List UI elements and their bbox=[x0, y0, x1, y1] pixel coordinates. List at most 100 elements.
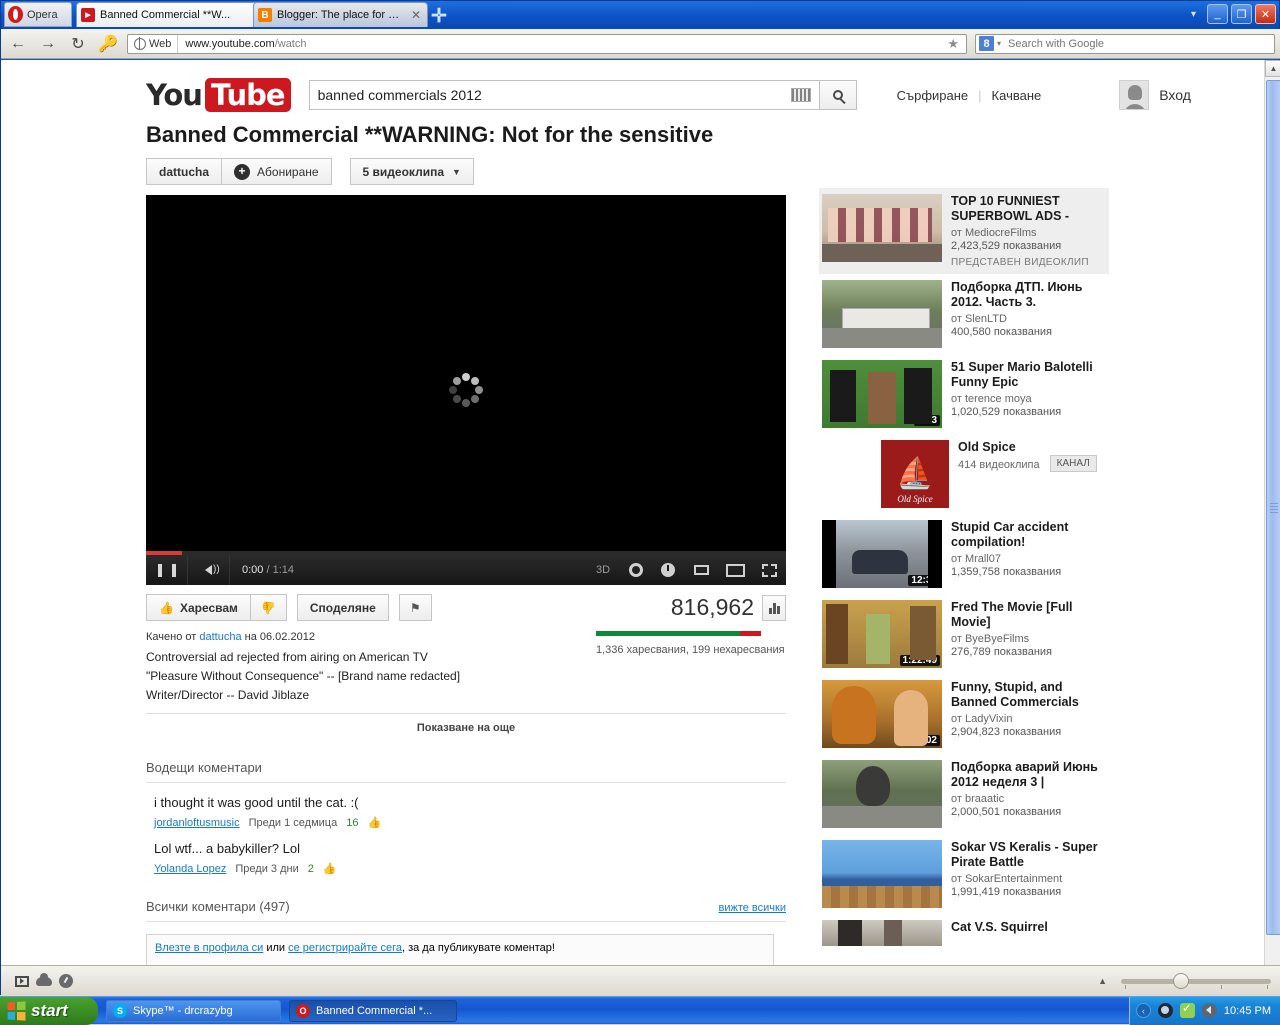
uploader-link[interactable]: dattucha bbox=[199, 631, 241, 643]
avatar[interactable] bbox=[1119, 80, 1149, 110]
cloud-icon[interactable] bbox=[33, 972, 55, 990]
url-input[interactable]: www.youtube.com/watch bbox=[178, 38, 940, 50]
page-scrollbar[interactable]: ▲ bbox=[1264, 60, 1280, 965]
show-hidden-icons-button[interactable]: ‹ bbox=[1136, 1003, 1151, 1018]
list-item[interactable]: Cat V.S. Squirrel bbox=[819, 914, 1109, 952]
video-count-dropdown[interactable]: 5 видеоклипа ▼ bbox=[350, 158, 474, 185]
key-icon[interactable]: 🔑 bbox=[97, 34, 119, 54]
video-thumbnail[interactable] bbox=[822, 920, 942, 946]
share-button[interactable]: Споделяне bbox=[297, 594, 389, 621]
volume-button[interactable] bbox=[188, 555, 230, 585]
register-link[interactable]: се регистрирайте сега bbox=[288, 942, 402, 954]
video-title[interactable]: Подборка аварий Июнь 2012 неделя 3 | bbox=[951, 760, 1106, 790]
address-bar[interactable]: Web www.youtube.com/watch ★ bbox=[127, 34, 967, 54]
signin-link[interactable]: Влезте в профила си bbox=[155, 942, 263, 954]
show-more-button[interactable]: Показване на още bbox=[146, 713, 786, 734]
statistics-button[interactable] bbox=[762, 595, 786, 621]
back-button[interactable]: ← bbox=[7, 35, 29, 53]
signin-area[interactable]: Вход bbox=[1119, 80, 1191, 110]
list-item[interactable]: 10:02 Funny, Stupid, and Banned Commerci… bbox=[819, 674, 1109, 754]
video-thumbnail[interactable]: 2:42 bbox=[822, 280, 942, 348]
video-title[interactable]: 51 Super Mario Balotelli Funny Epic bbox=[951, 360, 1106, 390]
thumbs-up-icon[interactable]: 👍 bbox=[367, 816, 381, 829]
small-player-button[interactable] bbox=[684, 555, 718, 585]
channel-name-button[interactable]: dattucha bbox=[146, 158, 222, 185]
restore-button[interactable]: ❐ bbox=[1231, 4, 1252, 24]
video-player[interactable]: 0:00 / 1:14 3D bbox=[146, 195, 786, 585]
search-input[interactable]: banned commercials 2012 bbox=[309, 80, 819, 110]
list-item[interactable]: 1:43 51 Super Mario Balotelli Funny Epic… bbox=[819, 354, 1109, 434]
settings-button[interactable] bbox=[620, 555, 652, 585]
close-button[interactable]: ✕ bbox=[1255, 4, 1276, 24]
video-thumbnail[interactable]: 3:57 bbox=[822, 194, 942, 262]
scroll-up-arrow-icon[interactable]: ▲ bbox=[1265, 60, 1280, 77]
dislike-button[interactable]: 👍 bbox=[251, 594, 287, 621]
list-item[interactable]: 2:42 Подборка ДТП. Июнь 2012. Часть 3. о… bbox=[819, 274, 1109, 354]
3d-button[interactable]: 3D bbox=[586, 555, 620, 585]
youtube-logo[interactable]: YouTube bbox=[146, 78, 291, 112]
chevron-down-icon[interactable]: ▾ bbox=[997, 39, 1001, 48]
chevron-up-icon[interactable]: ▲ bbox=[1098, 976, 1107, 986]
zoom-slider-handle[interactable] bbox=[1173, 973, 1189, 989]
new-tab-button[interactable]: ✛ bbox=[431, 5, 447, 28]
see-all-comments-link[interactable]: вижте всички bbox=[719, 902, 787, 914]
video-thumbnail[interactable]: 10:02 bbox=[822, 680, 942, 748]
scrollbar-thumb[interactable] bbox=[1266, 80, 1280, 935]
video-title[interactable]: TOP 10 FUNNIEST SUPERBOWL ADS - bbox=[951, 194, 1106, 224]
comment-compose-box[interactable]: Влезте в профила си или се регистрирайте… bbox=[146, 934, 774, 965]
steam-icon[interactable] bbox=[1158, 1003, 1173, 1018]
video-thumbnail[interactable]: 12:38 bbox=[822, 520, 942, 588]
video-thumbnail[interactable]: 36:35 bbox=[822, 840, 942, 908]
google-search-engine-icon[interactable]: 8 bbox=[979, 36, 994, 51]
web-protocol-chip[interactable]: Web bbox=[128, 35, 178, 53]
browse-link[interactable]: Сърфиране bbox=[897, 88, 969, 103]
list-item[interactable]: 9:13 Подборка аварий Июнь 2012 неделя 3 … bbox=[819, 754, 1109, 834]
list-item-channel[interactable]: ⛵ Old Spice Old Spice 414 видеоклипа КАН… bbox=[819, 434, 1109, 514]
video-title[interactable]: Stupid Car accident compilation! bbox=[951, 520, 1106, 550]
gauge-icon[interactable] bbox=[55, 972, 77, 990]
list-item[interactable]: 12:38 Stupid Car accident compilation! о… bbox=[819, 514, 1109, 594]
zoom-control[interactable]: ▲ bbox=[1098, 976, 1271, 986]
fullscreen-button[interactable] bbox=[752, 555, 786, 585]
flag-button[interactable]: ⚑ bbox=[399, 594, 432, 621]
search-bar[interactable]: 8 ▾ bbox=[975, 34, 1275, 54]
virtual-keyboard-icon[interactable] bbox=[791, 88, 811, 102]
watch-later-button[interactable] bbox=[652, 555, 684, 585]
tab-youtube[interactable]: Banned Commercial **W... ✕ bbox=[76, 2, 276, 27]
taskbar-item-opera[interactable]: O Banned Commercial *... bbox=[289, 1000, 457, 1022]
tab-blogger[interactable]: Blogger: The place for all... ✕ bbox=[253, 2, 428, 27]
like-button[interactable]: Харесвам bbox=[146, 594, 251, 621]
video-title[interactable]: Fred The Movie [Full Movie] bbox=[951, 600, 1106, 630]
list-item[interactable]: 36:35 Sokar VS Keralis - Super Pirate Ba… bbox=[819, 834, 1109, 914]
bookmark-star-icon[interactable]: ★ bbox=[940, 36, 966, 52]
large-player-button[interactable] bbox=[718, 555, 752, 585]
video-thumbnail[interactable]: 1:22:49 bbox=[822, 600, 942, 668]
minimize-button[interactable]: _ bbox=[1207, 4, 1228, 24]
chevron-down-icon[interactable]: ▾ bbox=[1191, 9, 1196, 20]
subscribe-button[interactable]: + Абониране bbox=[222, 158, 332, 185]
taskbar-item-skype[interactable]: S Skype™ - drcrazybg bbox=[106, 1000, 281, 1022]
google-search-input[interactable] bbox=[1006, 37, 1231, 51]
reload-button[interactable]: ↻ bbox=[67, 34, 89, 54]
forward-button[interactable]: → bbox=[37, 35, 59, 53]
taskbar-clock[interactable]: 10:45 PM bbox=[1224, 1005, 1271, 1017]
volume-icon[interactable] bbox=[1202, 1003, 1217, 1018]
start-button[interactable]: start bbox=[0, 997, 98, 1025]
comment-author-link[interactable]: Yolanda Lopez bbox=[154, 863, 226, 875]
antivirus-icon[interactable] bbox=[1180, 1003, 1195, 1018]
close-icon[interactable]: ✕ bbox=[409, 8, 423, 22]
upload-link[interactable]: Качване bbox=[992, 88, 1042, 103]
video-title[interactable]: Funny, Stupid, and Banned Commercials bbox=[951, 680, 1106, 710]
signin-link[interactable]: Вход bbox=[1159, 87, 1191, 103]
comment-author-link[interactable]: jordanloftusmusic bbox=[154, 817, 240, 829]
play-icon[interactable] bbox=[11, 972, 33, 990]
search-submit-button[interactable] bbox=[819, 80, 857, 110]
list-item[interactable]: 3:57 TOP 10 FUNNIEST SUPERBOWL ADS - от … bbox=[819, 188, 1109, 274]
pause-button[interactable] bbox=[146, 555, 188, 585]
opera-menu-button[interactable]: Opera bbox=[4, 2, 72, 27]
channel-thumbnail[interactable]: ⛵ Old Spice bbox=[881, 440, 949, 508]
channel-title[interactable]: Old Spice bbox=[958, 440, 1097, 455]
video-thumbnail[interactable]: 1:43 bbox=[822, 360, 942, 428]
video-title[interactable]: Cat V.S. Squirrel bbox=[951, 920, 1048, 935]
thumbs-up-icon[interactable]: 👍 bbox=[323, 862, 337, 875]
